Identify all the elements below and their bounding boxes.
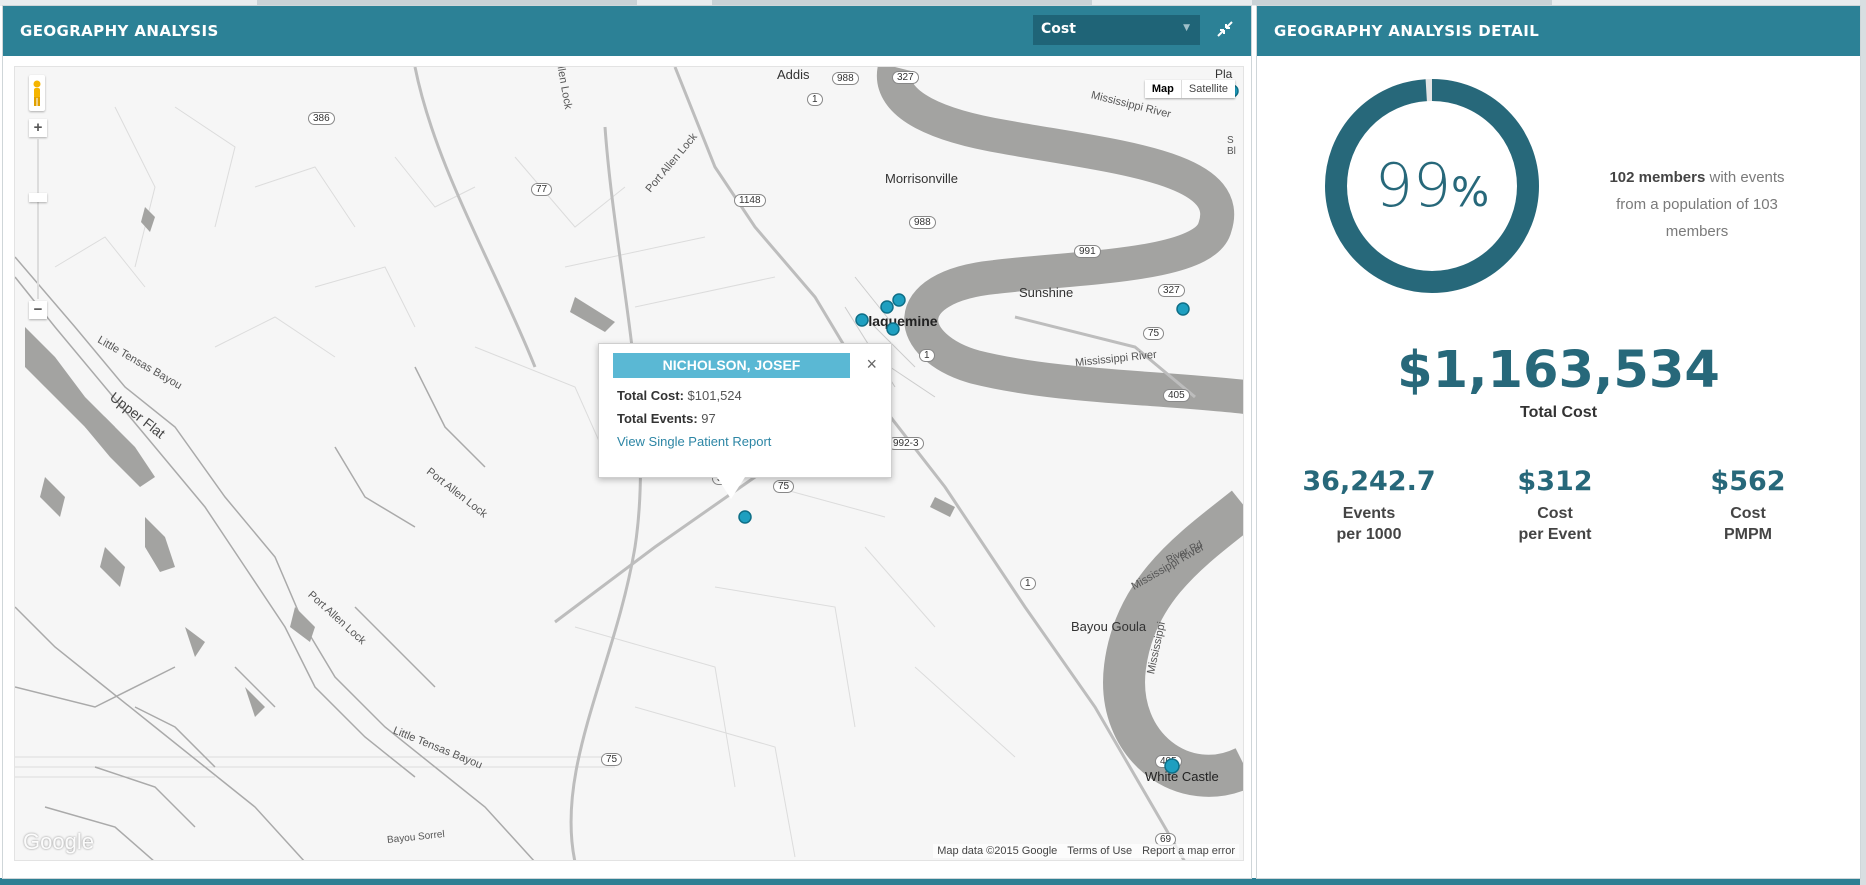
panel-title: GEOGRAPHY ANALYSIS	[20, 22, 219, 40]
popup-patient-name: NICHOLSON, JOSEF	[613, 353, 850, 378]
terms-of-use-link[interactable]: Terms of Use	[1067, 845, 1132, 857]
map-data-attribution: Map data ©2015 Google	[937, 845, 1058, 857]
stat-value: 36,242.7	[1302, 466, 1436, 497]
geography-analysis-panel: GEOGRAPHY ANALYSIS Cost ▼ Addis Morrison…	[3, 6, 1251, 878]
popup-total-events: Total Events: 97	[617, 411, 716, 426]
map[interactable]: Addis Morrisonville Plaquemine Sunshine …	[14, 66, 1244, 861]
geography-analysis-detail-panel: GEOGRAPHY ANALYSIS DETAIL 99% 102 member…	[1257, 6, 1860, 878]
percent-value: 99	[1374, 151, 1452, 221]
zoom-slider-thumb[interactable]	[29, 193, 47, 202]
percent-readout: 99%	[1322, 76, 1542, 296]
members-summary: 102 members with events from a populatio…	[1597, 164, 1797, 245]
google-logo: Google	[23, 829, 94, 854]
background-tab	[712, 0, 1092, 5]
stat-value: $312	[1517, 466, 1593, 497]
map-type-control: Map Satellite	[1144, 80, 1235, 98]
map-marker[interactable]	[880, 300, 894, 314]
map-footer: Map data ©2015 Google Terms of Use Repor…	[933, 844, 1239, 858]
background-tab	[1252, 0, 1552, 5]
popup-total-cost: Total Cost: $101,524	[617, 388, 742, 403]
zoom-out-button[interactable]: −	[29, 301, 47, 319]
view-single-patient-report-link[interactable]: View Single Patient Report	[617, 434, 771, 449]
metric-select[interactable]: Cost ▼	[1033, 15, 1200, 45]
total-cost-label: Total Cost	[1519, 404, 1598, 421]
zoom-control[interactable]: + −	[29, 119, 47, 319]
total-cost-value: $1,163,534	[1397, 341, 1720, 400]
zoom-in-button[interactable]: +	[29, 119, 47, 137]
map-marker[interactable]	[855, 313, 869, 327]
map-type-map-button[interactable]: Map	[1145, 80, 1182, 98]
map-marker[interactable]	[738, 510, 752, 524]
background-edge	[1860, 0, 1866, 885]
background-tab	[257, 0, 637, 5]
caret-down-icon: ▼	[1183, 23, 1190, 33]
stat-cost-per-event: $312 Cost per Event	[1475, 466, 1635, 545]
map-marker[interactable]	[1164, 758, 1180, 774]
stat-events-per-1000: 36,242.7 Events per 1000	[1289, 466, 1449, 545]
stat-label: Cost PMPM	[1724, 505, 1772, 543]
panel-header: GEOGRAPHY ANALYSIS Cost ▼	[3, 6, 1251, 56]
background-footer	[0, 878, 1866, 885]
map-marker[interactable]	[892, 293, 906, 307]
report-map-error-link[interactable]: Report a map error	[1142, 845, 1235, 857]
patient-info-popup: NICHOLSON, JOSEF × Total Cost: $101,524 …	[598, 343, 892, 499]
panel-header: GEOGRAPHY ANALYSIS DETAIL	[1257, 6, 1860, 56]
map-type-satellite-button[interactable]: Satellite	[1182, 80, 1235, 98]
members-count: 102 members	[1609, 169, 1706, 186]
map-marker[interactable]	[886, 322, 900, 336]
close-icon[interactable]: ×	[866, 354, 877, 375]
stat-label: Events per 1000	[1336, 505, 1402, 543]
panel-title: GEOGRAPHY ANALYSIS DETAIL	[1274, 22, 1540, 40]
zoom-slider-track[interactable]	[37, 139, 39, 299]
map-marker[interactable]	[1176, 302, 1190, 316]
percent-symbol: %	[1451, 170, 1490, 216]
stat-label: Cost per Event	[1518, 505, 1592, 543]
compress-icon[interactable]	[1213, 19, 1237, 43]
street-view-pegman-icon[interactable]	[29, 75, 45, 111]
stat-value: $562	[1710, 466, 1786, 497]
stat-cost-pmpm: $562 Cost PMPM	[1668, 466, 1828, 545]
metric-select-value: Cost	[1041, 21, 1076, 37]
